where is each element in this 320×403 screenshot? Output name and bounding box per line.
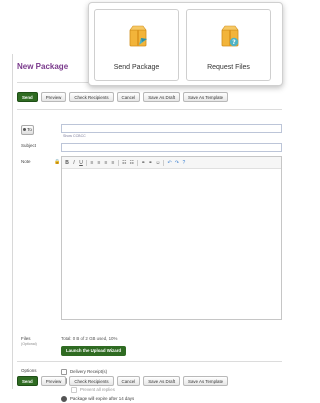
underline-icon[interactable]: U — [79, 160, 83, 166]
svg-text:?: ? — [232, 39, 236, 46]
cancel-button[interactable]: Cancel — [116, 92, 141, 102]
files-usage-note: Total: 0 B of 2 GB used, 10% — [61, 336, 118, 341]
to-label: To — [27, 127, 32, 132]
request-files-label: Request Files — [207, 64, 250, 71]
separator — [163, 159, 165, 166]
send-package-label: Send Package — [113, 64, 160, 71]
to-input[interactable] — [61, 124, 282, 133]
number-list-icon[interactable]: ☷ — [129, 160, 133, 166]
cc-bcc-link[interactable]: Show CCBCC — [63, 134, 86, 138]
undo-icon[interactable]: ↶ — [167, 160, 171, 166]
separator — [118, 159, 119, 166]
person-icon — [23, 128, 27, 131]
unlink-icon[interactable]: ⚭ — [148, 160, 152, 166]
to-address-book-button[interactable]: To — [21, 125, 34, 135]
page-title: New Package — [17, 62, 69, 71]
files-sublabel: (Optional) — [21, 342, 37, 346]
option-row[interactable]: Delivery Receipt(s) — [61, 367, 134, 376]
align-left-icon[interactable]: ≡ — [90, 160, 94, 166]
note-editor[interactable]: B I U ≡ ≡ ≡ ≡ ☷ ☷ ⚭ ⚭ ☺ ↶ ↷ ? — [61, 156, 282, 320]
save-as-template-button[interactable]: Save As Template — [183, 92, 229, 102]
request-files-icon: ? — [221, 25, 239, 47]
send-package-tile[interactable]: Send Package — [94, 9, 179, 81]
cancel-button[interactable]: Cancel — [116, 376, 141, 386]
request-files-tile[interactable]: ? Request Files — [186, 9, 271, 81]
new-package-panel: New Package Send Preview Check Recipient… — [12, 54, 282, 402]
files-label: Files — [21, 336, 31, 341]
preview-button[interactable]: Preview — [40, 92, 67, 102]
note-label: Note — [21, 159, 31, 164]
save-as-draft-button[interactable]: Save As Draft — [143, 92, 181, 102]
option-label: Package will expire after 14 days — [70, 396, 135, 401]
bullet-list-icon[interactable]: ☷ — [122, 160, 126, 166]
options-label: Options — [21, 368, 37, 373]
emoji-icon[interactable]: ☺ — [155, 160, 160, 166]
check-recipients-button[interactable]: Check Recipients — [69, 92, 114, 102]
italic-icon[interactable]: I — [72, 160, 76, 166]
separator — [136, 159, 138, 166]
top-toolbar: Send Preview Check Recipients Cancel Sav… — [17, 92, 229, 102]
option-label: Delivery Receipt(s) — [70, 369, 108, 374]
divider — [17, 361, 282, 362]
help-icon[interactable]: ? — [182, 160, 186, 166]
justify-icon[interactable]: ≡ — [111, 160, 115, 166]
subject-input[interactable] — [61, 143, 282, 152]
launch-upload-wizard-button[interactable]: Launch the Upload Wizard — [61, 346, 127, 356]
option-row[interactable]: Package will expire after 14 days — [61, 394, 134, 403]
bottom-toolbar: Send Preview Check Recipients Cancel Sav… — [17, 376, 229, 386]
action-card: Send Package ? Request Files — [88, 2, 283, 86]
save-as-template-button[interactable]: Save As Template — [183, 376, 229, 386]
option-row[interactable]: Prevent all replies — [61, 385, 134, 394]
subject-label: Subject — [21, 143, 37, 148]
radio-button[interactable] — [61, 395, 67, 402]
bold-icon[interactable]: B — [65, 160, 69, 166]
preview-button[interactable]: Preview — [40, 376, 67, 386]
checkbox[interactable] — [71, 386, 77, 393]
option-label: Prevent all replies — [80, 387, 115, 392]
checkbox[interactable] — [61, 368, 67, 375]
redo-icon[interactable]: ↷ — [175, 160, 179, 166]
lock-icon[interactable]: 🔒 — [54, 159, 60, 165]
separator — [86, 159, 87, 166]
link-icon[interactable]: ⚭ — [141, 160, 145, 166]
align-right-icon[interactable]: ≡ — [104, 160, 108, 166]
check-recipients-button[interactable]: Check Recipients — [69, 376, 114, 386]
align-center-icon[interactable]: ≡ — [97, 160, 101, 166]
send-package-icon — [129, 25, 147, 47]
send-button[interactable]: Send — [17, 92, 38, 102]
save-as-draft-button[interactable]: Save As Draft — [143, 376, 181, 386]
editor-toolbar: B I U ≡ ≡ ≡ ≡ ☷ ☷ ⚭ ⚭ ☺ ↶ ↷ ? — [62, 157, 281, 169]
divider — [17, 109, 282, 110]
send-button[interactable]: Send — [17, 376, 38, 386]
